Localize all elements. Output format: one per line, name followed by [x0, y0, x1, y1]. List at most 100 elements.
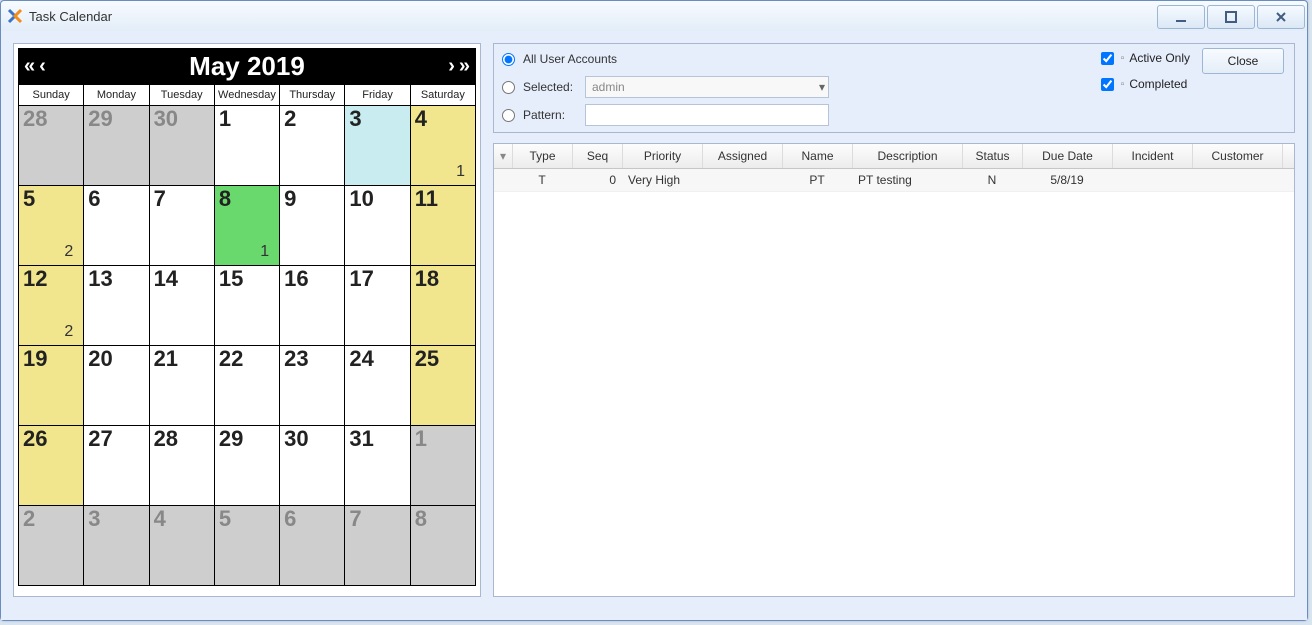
calendar-day-cell[interactable]: 52 [19, 186, 84, 266]
table-column-header[interactable]: Type [513, 144, 573, 168]
calendar-day-cell[interactable]: 23 [280, 346, 345, 426]
calendar-day-cell[interactable]: 15 [214, 266, 279, 346]
pattern-input[interactable] [585, 104, 829, 126]
calendar-day-cell[interactable]: 7 [149, 186, 214, 266]
calendar-day-cell[interactable]: 26 [19, 426, 84, 506]
calendar-day-cell[interactable]: 2 [280, 106, 345, 186]
table-menu-icon[interactable]: ▾ [494, 144, 513, 168]
calendar-day-number: 16 [280, 266, 344, 290]
calendar-day-cell[interactable]: 10 [345, 186, 410, 266]
radio-all-users[interactable] [502, 53, 515, 66]
calendar-day-cell[interactable]: 25 [410, 346, 475, 426]
calendar-day-number: 5 [215, 506, 279, 530]
calendar-day-number: 7 [150, 186, 214, 210]
calendar-day-header: Sunday [19, 85, 84, 106]
table-cell: T [512, 173, 572, 187]
square-icon: ▫ [1121, 53, 1125, 64]
square-icon: ▫ [1121, 79, 1125, 90]
calendar-day-number: 1 [411, 426, 475, 450]
calendar-day-cell[interactable]: 3 [84, 506, 149, 586]
table-body: T0Very HighPTPT testingN5/8/19 [494, 169, 1294, 192]
maximize-button[interactable] [1207, 5, 1255, 29]
checkbox-completed[interactable] [1101, 78, 1114, 91]
calendar-day-cell[interactable]: 8 [410, 506, 475, 586]
calendar-day-cell[interactable]: 30 [149, 106, 214, 186]
next-month-button[interactable]: › [446, 56, 457, 76]
calendar-day-cell[interactable]: 2 [19, 506, 84, 586]
window-close-button[interactable] [1257, 5, 1305, 29]
calendar-day-number: 6 [84, 186, 148, 210]
calendar-day-number: 18 [411, 266, 475, 290]
calendar-day-cell[interactable]: 21 [149, 346, 214, 426]
calendar-day-number: 25 [411, 346, 475, 370]
calendar-day-cell[interactable]: 17 [345, 266, 410, 346]
radio-selected-label: Selected: [523, 80, 579, 94]
calendar-day-cell[interactable]: 9 [280, 186, 345, 266]
calendar-day-cell[interactable]: 6 [280, 506, 345, 586]
calendar-day-number: 19 [19, 346, 83, 370]
calendar-day-cell[interactable]: 5 [214, 506, 279, 586]
table-column-header[interactable]: Incident [1113, 144, 1193, 168]
table-row[interactable]: T0Very HighPTPT testingN5/8/19 [494, 169, 1294, 192]
calendar-day-cell[interactable]: 41 [410, 106, 475, 186]
calendar-day-cell[interactable]: 6 [84, 186, 149, 266]
selected-user-dropdown[interactable]: admin ▾ [585, 76, 829, 98]
check-column: ▫ Active Only ▫ Completed Close [1101, 48, 1284, 94]
calendar-day-cell[interactable]: 24 [345, 346, 410, 426]
checkbox-active-only[interactable] [1101, 52, 1114, 65]
calendar-day-number: 12 [19, 266, 83, 290]
calendar-day-number: 2 [280, 106, 344, 130]
calendar-day-header: Wednesday [214, 85, 279, 106]
table-column-header[interactable]: Seq [573, 144, 623, 168]
next-year-button[interactable]: » [457, 56, 472, 76]
calendar-day-cell[interactable]: 19 [19, 346, 84, 426]
calendar-day-cell[interactable]: 28 [149, 426, 214, 506]
radio-selected-user[interactable] [502, 81, 515, 94]
minimize-button[interactable] [1157, 5, 1205, 29]
calendar-day-cell[interactable]: 122 [19, 266, 84, 346]
table-column-header[interactable]: Priority [623, 144, 703, 168]
window-controls [1157, 3, 1307, 29]
calendar-day-cell[interactable]: 29 [214, 426, 279, 506]
table-column-header[interactable]: Due Date [1023, 144, 1113, 168]
calendar-day-number: 15 [215, 266, 279, 290]
calendar-title: May 2019 [48, 51, 446, 82]
calendar-day-number: 21 [150, 346, 214, 370]
calendar-day-cell[interactable]: 16 [280, 266, 345, 346]
calendar-day-number: 3 [345, 106, 409, 130]
calendar-day-cell[interactable]: 22 [214, 346, 279, 426]
calendar-day-cell[interactable]: 28 [19, 106, 84, 186]
table-column-header[interactable]: Description [853, 144, 963, 168]
content: « ‹ May 2019 › » SundayMondayTuesdayWedn… [1, 31, 1307, 620]
calendar-day-cell[interactable]: 29 [84, 106, 149, 186]
table-column-header[interactable]: Name [783, 144, 853, 168]
calendar-day-cell[interactable]: 1 [214, 106, 279, 186]
window-title: Task Calendar [29, 9, 112, 24]
close-button[interactable]: Close [1202, 48, 1284, 74]
calendar-day-number: 28 [19, 106, 83, 130]
calendar-day-cell[interactable]: 1 [410, 426, 475, 506]
calendar-day-number: 29 [84, 106, 148, 130]
calendar-day-cell[interactable]: 20 [84, 346, 149, 426]
calendar-day-cell[interactable]: 27 [84, 426, 149, 506]
prev-month-button[interactable]: ‹ [37, 56, 48, 76]
calendar-day-cell[interactable]: 7 [345, 506, 410, 586]
calendar-day-cell[interactable]: 13 [84, 266, 149, 346]
calendar-day-cell[interactable]: 14 [149, 266, 214, 346]
prev-year-button[interactable]: « [22, 56, 37, 76]
calendar-day-number: 20 [84, 346, 148, 370]
calendar-day-count: 1 [260, 243, 269, 261]
table-column-header[interactable]: Status [963, 144, 1023, 168]
calendar-day-cell[interactable]: 30 [280, 426, 345, 506]
radio-pattern[interactable] [502, 109, 515, 122]
calendar-day-cell[interactable]: 3 [345, 106, 410, 186]
calendar-day-cell[interactable]: 31 [345, 426, 410, 506]
calendar-day-cell[interactable]: 11 [410, 186, 475, 266]
table-column-header[interactable]: Customer [1193, 144, 1283, 168]
calendar-day-number: 27 [84, 426, 148, 450]
calendar-day-cell[interactable]: 4 [149, 506, 214, 586]
radio-row-selected: Selected: admin ▾ [502, 76, 842, 98]
table-column-header[interactable]: Assigned [703, 144, 783, 168]
calendar-day-cell[interactable]: 81 [214, 186, 279, 266]
calendar-day-cell[interactable]: 18 [410, 266, 475, 346]
